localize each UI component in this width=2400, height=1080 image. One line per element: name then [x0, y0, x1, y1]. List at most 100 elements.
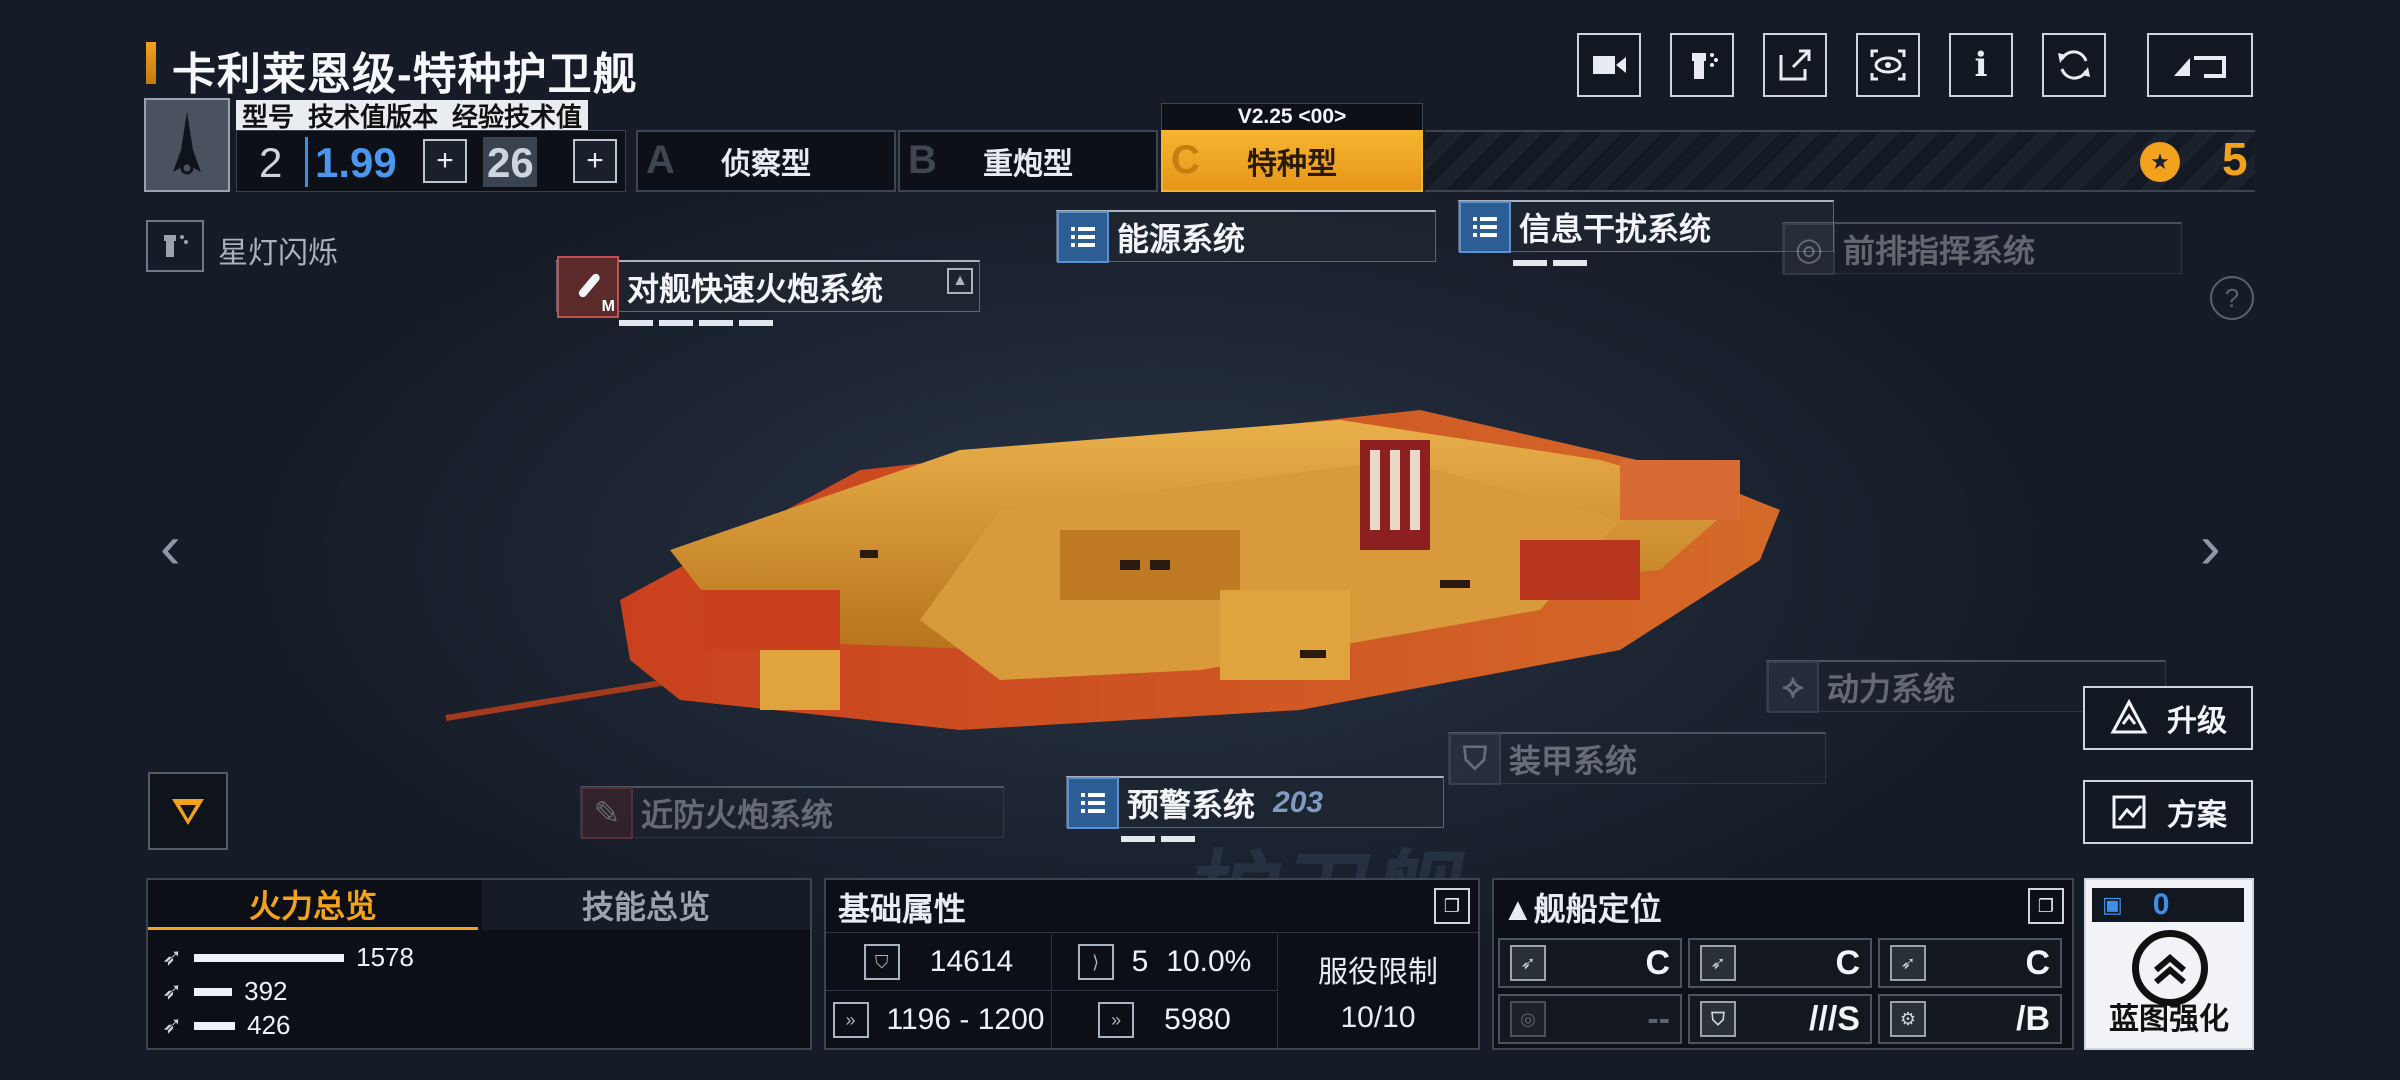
list-icon [1057, 210, 1109, 263]
firepower-bar [194, 987, 233, 996]
variant-label: 重炮型 [983, 148, 1073, 181]
video-camera-button[interactable] [1577, 33, 1641, 97]
prev-ship-arrow[interactable]: ‹ [160, 512, 181, 583]
skin-name[interactable]: 星灯闪烁 [218, 228, 338, 272]
exp-plus-button[interactable]: + [573, 139, 617, 183]
blueprint-enhance-button[interactable]: ▣ 0 蓝图强化 [2084, 878, 2254, 1050]
next-ship-arrow[interactable]: › [2200, 512, 2221, 583]
system-badge: M [601, 297, 615, 315]
system-label: 对舰快速火炮系统 [627, 270, 884, 307]
rank-icon: ★ [2140, 142, 2180, 182]
refresh-button[interactable] [2042, 33, 2106, 97]
tab-variant-b[interactable]: B 重炮型 [898, 130, 1158, 192]
info-icon: i [1974, 45, 1988, 85]
plan-label: 方案 [2167, 799, 2227, 832]
help-button[interactable]: ? [2210, 276, 2254, 320]
share-icon [1779, 49, 1811, 81]
command-icon: ◎ [1783, 222, 1835, 275]
expand-button[interactable]: ❐ [2028, 888, 2064, 924]
back-icon [2174, 56, 2226, 78]
firepower-row: ➶ 392 [162, 976, 288, 1007]
ship-role-panel: ▲舰船定位 ❐ ➶ C ➶ C ➶ C ◎ -- ⛉///S ⚙/B [1492, 878, 2074, 1050]
gear-icon: ⚙ [1890, 1001, 1926, 1037]
firepower-bar [194, 953, 345, 962]
paint-spray-icon[interactable] [146, 220, 204, 272]
system-armor[interactable]: ⛉ 装甲系统 [1448, 732, 1826, 785]
eye-view-button[interactable] [1856, 33, 1920, 97]
firepower-value: 1578 [356, 942, 414, 972]
system-front-command[interactable]: ◎ 前排指挥系统 [1782, 222, 2182, 275]
system-close-defense[interactable]: ✎ 近防火炮系统 [580, 786, 1004, 839]
role-cell: ➶ C [1688, 938, 1872, 988]
firepower-value: 392 [244, 976, 288, 1006]
firepower-bar [194, 1021, 236, 1030]
system-label: 近防火炮系统 [641, 796, 834, 833]
collapse-panel-button[interactable] [148, 772, 228, 850]
role-cell: ◎ -- [1498, 994, 1682, 1044]
role-cell: ➶ C [1498, 938, 1682, 988]
plan-button[interactable]: 方案 [2083, 780, 2253, 844]
blueprint-icon: ▣ [2102, 892, 2123, 917]
attack-icon: ➶ [1700, 945, 1736, 981]
power-icon: ⟡ [1767, 660, 1819, 713]
armor-icon: ⟩ [1077, 944, 1114, 980]
info-button[interactable]: i [1949, 33, 2013, 97]
exp-value: 26 [487, 139, 534, 186]
paint-spray-icon [1692, 53, 1718, 79]
system-level-dashes [1513, 260, 1587, 266]
video-camera-icon [1593, 56, 1626, 74]
tab-skill-overview[interactable]: 技能总览 [482, 880, 810, 930]
rank-value: 5 [2222, 133, 2248, 185]
shield-icon: ⛉ [1449, 732, 1501, 785]
warp-icon: » [1098, 1002, 1135, 1038]
variant-label: 侦察型 [721, 148, 811, 181]
paint-spray-button[interactable] [1670, 33, 1734, 97]
cannon-icon: M [557, 255, 619, 318]
plus-icon: + [586, 144, 604, 177]
tab-variant-c[interactable]: C 特种型 [1161, 130, 1423, 192]
weapon-icon: ➶ [162, 978, 183, 1005]
role-cell: ➶ C [1878, 938, 2062, 988]
page-title: 卡利莱恩级-特种护卫舰 [172, 50, 638, 99]
model-header: 型号 [242, 101, 295, 132]
attack-icon: ➶ [1510, 945, 1546, 981]
tab-firepower-overview[interactable]: 火力总览 [148, 880, 478, 930]
expand-button[interactable]: ❐ [1434, 888, 1470, 924]
title-accent [146, 42, 156, 84]
ship-model [445, 410, 1780, 730]
panel-title: 基础属性 [838, 891, 967, 927]
variant-letter: B [908, 138, 937, 182]
system-energy[interactable]: 能源系统 [1056, 210, 1436, 263]
armor-value: 5 [1131, 945, 1149, 978]
ship-info-row: 2 1.99 + 26 + [236, 130, 626, 192]
eye-view-icon [1870, 49, 1906, 81]
service-limit: 服役限制 10/10 [1278, 934, 1478, 1048]
plus-icon: + [436, 144, 454, 177]
share-button[interactable] [1763, 33, 1827, 97]
tech-version-plus-button[interactable]: + [423, 139, 467, 183]
model-number: 2 [259, 139, 283, 186]
attack-icon: ➶ [1890, 945, 1926, 981]
armor-percent: 10.0% [1166, 945, 1252, 978]
speed-cell: » 1196 - 1200 [826, 992, 1052, 1048]
upgrade-label: 升级 [2167, 705, 2227, 738]
plan-icon [2112, 795, 2146, 829]
system-anti-ship-cannon[interactable]: M 对舰快速火炮系统 ▲ [556, 255, 980, 326]
system-label: 能源系统 [1117, 220, 1246, 257]
tab-variant-a[interactable]: A 侦察型 [636, 130, 896, 192]
variant-letter: A [646, 138, 675, 182]
upgrade-icon [2110, 698, 2148, 734]
exp-value-header: 经验技术值 [452, 101, 583, 132]
role-cell: ⛉///S [1688, 994, 1872, 1044]
variant-letter: C [1171, 138, 1200, 182]
ship-class-icon [144, 98, 230, 192]
system-label: 信息干扰系统 [1519, 210, 1712, 247]
back-button[interactable] [2147, 33, 2253, 97]
speed-value: 1196 - 1200 [886, 1003, 1045, 1036]
upgrade-button[interactable]: 升级 [2083, 686, 2253, 750]
firepower-value: 426 [247, 1010, 291, 1040]
expand-icon: ❐ [2037, 895, 2055, 916]
system-jamming[interactable]: 信息干扰系统 [1458, 200, 1834, 266]
version-badge: V2.25 <00> [1161, 103, 1423, 131]
blueprint-label: 蓝图强化 [2109, 1003, 2229, 1036]
